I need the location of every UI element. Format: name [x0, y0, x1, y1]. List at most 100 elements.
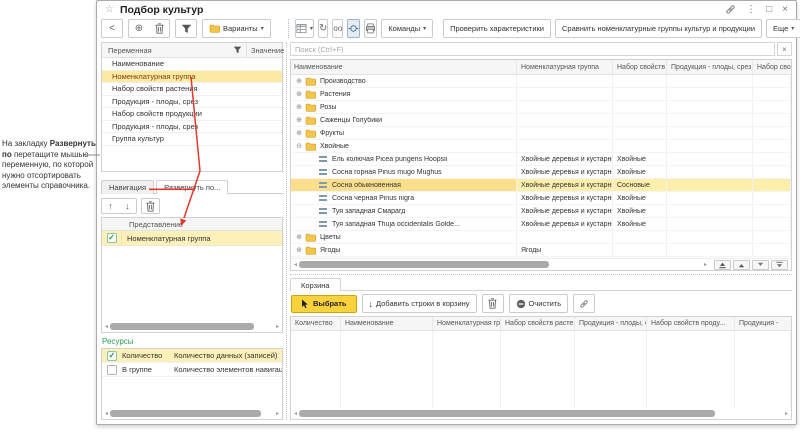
expand-all-button[interactable]	[771, 260, 788, 270]
scroll-right-icon[interactable]: ▸	[785, 411, 788, 417]
variants-button[interactable]: Варианты ▾	[202, 19, 271, 38]
expander-icon[interactable]: ⊕	[294, 116, 304, 124]
compare-groups-button[interactable]: Сравнить номенклатурные группы культур и…	[555, 19, 762, 38]
basket-column-header[interactable]: Номенклатурная гр...	[433, 317, 501, 330]
add-button[interactable]: ⊕	[129, 20, 149, 37]
favorite-star-icon[interactable]: ☆	[105, 4, 114, 15]
tree-group-row[interactable]: ⊕Розы	[291, 101, 791, 114]
search-input[interactable]	[290, 42, 775, 56]
filter-button[interactable]	[175, 19, 197, 38]
resource-row[interactable]: ✓КоличествоКоличество данных (записей)	[102, 349, 282, 363]
tab-basket[interactable]: Корзина	[290, 278, 341, 291]
maximize-icon[interactable]: □	[766, 5, 772, 15]
checkbox-checked[interactable]: ✓	[107, 351, 117, 361]
resources-scrollbar[interactable]: ◂ ▸	[102, 408, 282, 419]
scroll-left-icon[interactable]: ◂	[294, 411, 297, 417]
resource-row[interactable]: В группеКоличество элементов навигацион.…	[102, 363, 282, 377]
view-table-header[interactable]: Представление	[102, 218, 282, 231]
variable-row[interactable]: Номенклатурная группа	[102, 71, 282, 84]
scroll-right-icon[interactable]: ▸	[276, 411, 279, 417]
get-link-icon[interactable]	[725, 4, 736, 15]
move-down-button[interactable]: ↓	[119, 199, 136, 213]
tree-column-header[interactable]: Набор свойств ...	[613, 60, 667, 74]
collapse-all-button[interactable]	[714, 260, 731, 270]
view-table-scrollbar[interactable]: ◂ ▸	[102, 321, 282, 332]
tree-group-row[interactable]: ⊖Хвойные	[291, 140, 791, 153]
tree-group-row[interactable]: ⊕Производство	[291, 75, 791, 88]
tree-item-row[interactable]: Ель колючая Picea pungens HoopsiiХвойные…	[291, 153, 791, 166]
checkbox-unchecked[interactable]	[107, 365, 117, 375]
basket-column-header[interactable]: Набор свойств расте...	[501, 317, 575, 330]
tree-item-row[interactable]: Туя западная СмарагдХвойные деревья и ку…	[291, 205, 791, 218]
basket-scrollbar[interactable]: ◂ ▸	[291, 408, 791, 419]
position-button[interactable]	[347, 19, 360, 38]
expander-icon[interactable]: ⊖	[294, 142, 304, 150]
variable-row[interactable]: Продукция - плоды, срез	[102, 96, 282, 109]
expander-icon[interactable]: ⊕	[294, 77, 304, 85]
scroll-left-icon[interactable]: ◂	[294, 262, 297, 268]
checkbox-checked[interactable]: ✓	[107, 233, 117, 243]
add-rows-button[interactable]: ↓ Добавить строки в корзину	[362, 294, 477, 313]
tree-item-row[interactable]: Сосна черная Pinus nigraХвойные деревья …	[291, 192, 791, 205]
expander-icon[interactable]: ⊕	[294, 129, 304, 137]
basket-column-header[interactable]: Набор свойств проду...	[647, 317, 735, 330]
select-button[interactable]: Выбрать	[291, 295, 357, 313]
move-level-down-button[interactable]	[752, 260, 769, 270]
close-icon[interactable]: ×	[782, 5, 788, 15]
back-button[interactable]: <	[101, 19, 123, 38]
tree-item-row[interactable]: Сосна горная Pinus mugo MughusХвойные де…	[291, 166, 791, 179]
vertical-splitter[interactable]	[286, 42, 287, 420]
basket-link-button[interactable]	[573, 294, 595, 313]
tree-group-row[interactable]: ⊕Фрукты	[291, 127, 791, 140]
value-column-header[interactable]: Значение	[251, 46, 284, 55]
funnel-icon[interactable]	[233, 46, 242, 54]
commands-button[interactable]: Команды ▾	[381, 19, 433, 38]
remove-view-button[interactable]	[141, 198, 160, 214]
tab-navigation[interactable]: Навигация	[101, 180, 154, 194]
scroll-right-icon[interactable]: ▸	[276, 324, 279, 330]
scroll-left-icon[interactable]: ◂	[105, 411, 108, 417]
tree-column-header[interactable]: Набор свойств продукции	[753, 60, 791, 74]
refresh-button[interactable]: ↻	[318, 19, 328, 38]
basket-column-header[interactable]: Наименование	[341, 317, 433, 330]
tree-column-header[interactable]: Продукция - плоды, срез	[667, 60, 753, 74]
move-level-up-button[interactable]	[733, 260, 750, 270]
tab-expand-by[interactable]: Развернуть по...	[156, 180, 228, 194]
horizontal-splitter[interactable]	[290, 274, 792, 275]
more-button[interactable]: Еще ▾	[766, 19, 800, 38]
clear-button[interactable]: Очистить	[509, 294, 569, 313]
tree-item-row[interactable]: Туя западная Thuja occidentalis Golde...…	[291, 218, 791, 231]
expander-icon[interactable]: ⊕	[294, 90, 304, 98]
tree-column-header[interactable]: Номенклатурная группа	[517, 60, 613, 74]
clear-search-button[interactable]: ×	[777, 42, 792, 56]
expander-icon[interactable]: ⊕	[294, 246, 304, 254]
delete-button[interactable]	[149, 20, 169, 37]
tree-group-row[interactable]: ⊕Саженцы Голубики	[291, 114, 791, 127]
scroll-left-icon[interactable]: ◂	[105, 324, 108, 330]
print-button[interactable]	[364, 19, 377, 38]
variable-column-header[interactable]: Переменная	[108, 46, 152, 55]
variable-row[interactable]: Группа культур	[102, 133, 282, 146]
tree-hscrollbar[interactable]	[299, 261, 702, 268]
move-up-button[interactable]: ↑	[102, 199, 119, 213]
basket-column-header[interactable]: Количество	[291, 317, 341, 330]
check-characteristics-button[interactable]: Проверить характеристики	[443, 19, 551, 38]
variable-row[interactable]: Набор свойств продукции	[102, 108, 282, 121]
show-linked-button[interactable]: oo	[332, 19, 343, 38]
scroll-right-icon[interactable]: ▸	[704, 262, 707, 268]
tree-group-row[interactable]: ⊕Цветы	[291, 231, 791, 244]
window-menu-icon[interactable]: ⋮	[746, 5, 756, 15]
tree-item-row[interactable]: Сосна обыкновеннаяХвойные деревья и куст…	[291, 179, 791, 192]
tree-group-row[interactable]: ⊕Растения	[291, 88, 791, 101]
expander-icon[interactable]: ⊕	[294, 233, 304, 241]
variable-row[interactable]: Продукция - плоды, срез	[102, 121, 282, 134]
view-mode-button[interactable]: ▾	[295, 19, 314, 38]
basket-column-header[interactable]: Продукция - плоды, срез	[575, 317, 647, 330]
view-row[interactable]: ✓ Номенклатурная группа	[102, 231, 282, 246]
variable-row[interactable]: Набор свойств растения	[102, 83, 282, 96]
variable-row[interactable]: Наименование	[102, 58, 282, 71]
tree-column-header[interactable]: Наименование	[291, 60, 517, 74]
basket-column-header[interactable]: Продукция -	[735, 317, 791, 330]
expander-icon[interactable]: ⊕	[294, 103, 304, 111]
tree-group-row[interactable]: ⊕ЯгодыЯгоды	[291, 244, 791, 257]
